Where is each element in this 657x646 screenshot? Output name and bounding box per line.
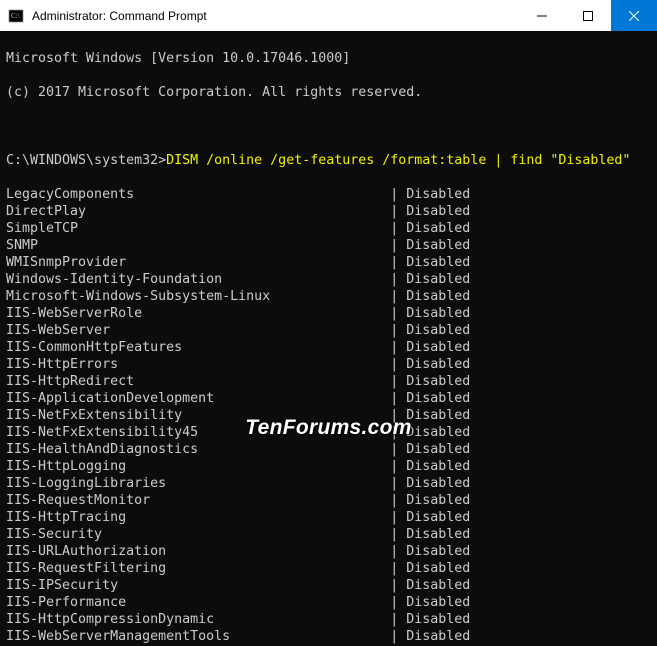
feature-row: SNMP | Disabled (6, 237, 651, 254)
feature-row: IIS-HttpLogging | Disabled (6, 458, 651, 475)
feature-row: DirectPlay | Disabled (6, 203, 651, 220)
feature-row: IIS-WebServer | Disabled (6, 322, 651, 339)
terminal-output[interactable]: Microsoft Windows [Version 10.0.17046.10… (0, 31, 657, 646)
titlebar[interactable]: C:\ Administrator: Command Prompt (0, 0, 657, 31)
feature-row: IIS-CommonHttpFeatures | Disabled (6, 339, 651, 356)
copyright-line: (c) 2017 Microsoft Corporation. All righ… (6, 84, 651, 101)
feature-row: IIS-Performance | Disabled (6, 594, 651, 611)
prompt-path: C:\WINDOWS\system32> (6, 153, 166, 168)
feature-row: IIS-HttpCompressionDynamic | Disabled (6, 611, 651, 628)
window-title: Administrator: Command Prompt (30, 9, 519, 23)
feature-row: IIS-RequestMonitor | Disabled (6, 492, 651, 509)
feature-row: IIS-HttpTracing | Disabled (6, 509, 651, 526)
feature-row: IIS-ApplicationDevelopment | Disabled (6, 390, 651, 407)
cmd-icon: C:\ (8, 8, 24, 24)
version-line: Microsoft Windows [Version 10.0.17046.10… (6, 50, 651, 67)
feature-row: Microsoft-Windows-Subsystem-Linux | Disa… (6, 288, 651, 305)
feature-row: IIS-RequestFiltering | Disabled (6, 560, 651, 577)
feature-row: IIS-NetFxExtensibility | Disabled (6, 407, 651, 424)
command-text: DISM /online /get-features /format:table… (166, 153, 630, 168)
feature-row: IIS-HttpErrors | Disabled (6, 356, 651, 373)
feature-row: IIS-IPSecurity | Disabled (6, 577, 651, 594)
cmd-window: C:\ Administrator: Command Prompt Micros… (0, 0, 657, 646)
feature-row: IIS-Security | Disabled (6, 526, 651, 543)
minimize-button[interactable] (519, 0, 565, 31)
prompt-line: C:\WINDOWS\system32>DISM /online /get-fe… (6, 152, 651, 169)
feature-row: IIS-NetFxExtensibility45 | Disabled (6, 424, 651, 441)
feature-row: IIS-HealthAndDiagnostics | Disabled (6, 441, 651, 458)
feature-row: LegacyComponents | Disabled (6, 186, 651, 203)
features-output: LegacyComponents | DisabledDirectPlay | … (6, 186, 651, 646)
feature-row: IIS-HttpRedirect | Disabled (6, 373, 651, 390)
feature-row: IIS-URLAuthorization | Disabled (6, 543, 651, 560)
titlebar-buttons (519, 0, 657, 31)
close-button[interactable] (611, 0, 657, 31)
svg-text:C:\: C:\ (11, 12, 20, 20)
feature-row: IIS-LoggingLibraries | Disabled (6, 475, 651, 492)
blank-line (6, 118, 651, 135)
feature-row: IIS-WebServerManagementTools | Disabled (6, 628, 651, 645)
feature-row: IIS-WebServerRole | Disabled (6, 305, 651, 322)
feature-row: WMISnmpProvider | Disabled (6, 254, 651, 271)
feature-row: SimpleTCP | Disabled (6, 220, 651, 237)
feature-row: Windows-Identity-Foundation | Disabled (6, 271, 651, 288)
maximize-button[interactable] (565, 0, 611, 31)
